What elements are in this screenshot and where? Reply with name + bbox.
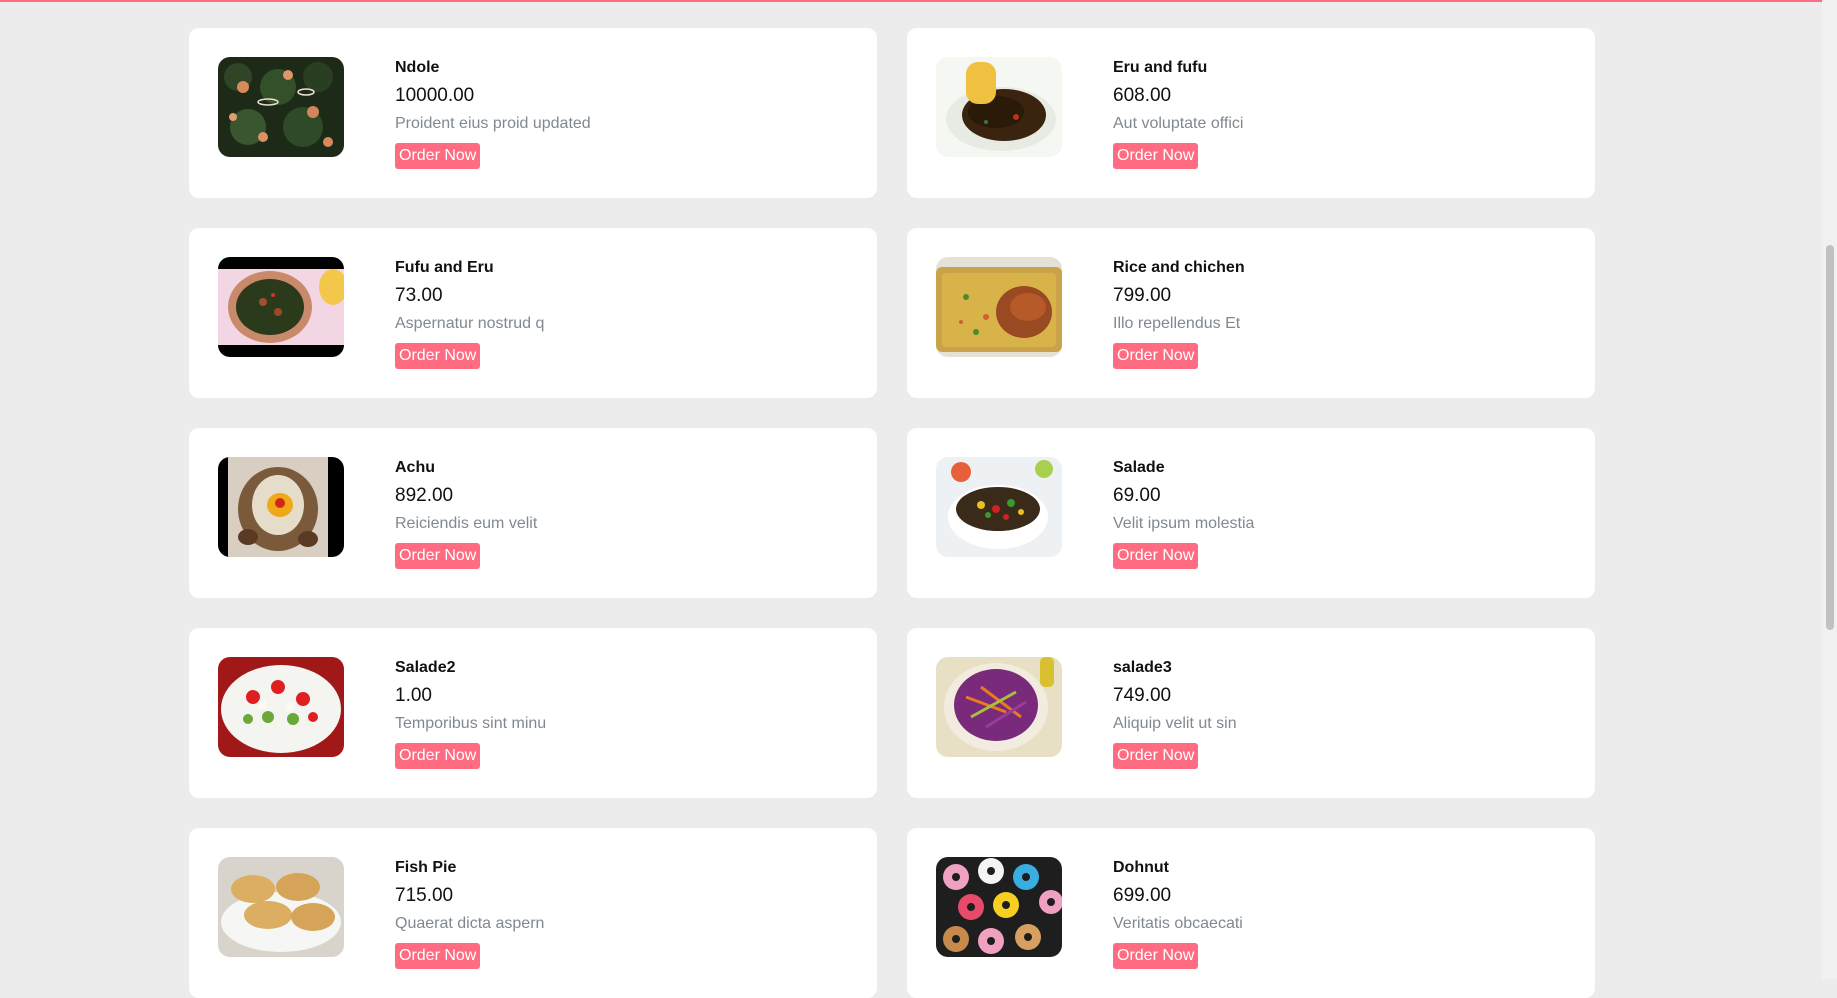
- item-name: Ndole: [395, 59, 440, 76]
- item-name: Fish Pie: [395, 859, 457, 876]
- order-now-button[interactable]: Order Now: [1113, 343, 1199, 369]
- item-price: 1.00: [395, 685, 432, 706]
- item-price: 608.00: [1113, 85, 1172, 106]
- vertical-scrollbar[interactable]: [1822, 0, 1837, 979]
- ndole-photo: [218, 57, 344, 157]
- item-name: Eru and fufu: [1113, 59, 1208, 76]
- order-now-button[interactable]: Order Now: [1113, 543, 1199, 569]
- order-now-button[interactable]: Order Now: [395, 343, 481, 369]
- item-name: Salade: [1113, 459, 1165, 476]
- item-info: Fufu and Eru 73.00 Aspernatur nostrud q …: [395, 257, 544, 369]
- order-now-button[interactable]: Order Now: [395, 943, 481, 969]
- item-price: 10000.00: [395, 85, 475, 106]
- salad-photo: [936, 457, 1062, 557]
- item-price: 69.00: [1113, 485, 1161, 506]
- scrollbar-thumb[interactable]: [1826, 245, 1834, 630]
- item-name: Achu: [395, 459, 435, 476]
- item-price: 799.00: [1113, 285, 1172, 306]
- item-description: Aut voluptate offici: [1113, 115, 1244, 132]
- fish-pie-photo: [218, 857, 344, 957]
- menu-card: Fish Pie 715.00 Quaerat dicta aspern Ord…: [189, 828, 877, 998]
- item-info: Dohnut 699.00 Veritatis obcaecati Order …: [1113, 857, 1243, 969]
- order-now-button[interactable]: Order Now: [395, 143, 481, 169]
- item-name: salade3: [1113, 659, 1172, 676]
- item-info: Eru and fufu 608.00 Aut voluptate offici…: [1113, 57, 1243, 169]
- item-description: Veritatis obcaecati: [1113, 915, 1243, 932]
- salad3-photo: [936, 657, 1062, 757]
- order-now-button[interactable]: Order Now: [1113, 743, 1199, 769]
- item-name: Fufu and Eru: [395, 259, 494, 276]
- item-description: Quaerat dicta aspern: [395, 915, 545, 932]
- menu-card: Salade 69.00 Velit ipsum molestia Order …: [907, 428, 1595, 598]
- item-info: Ndole 10000.00 Proident eius proid updat…: [395, 57, 591, 169]
- fufu-eru-photo: [218, 257, 344, 357]
- menu-card: Dohnut 699.00 Veritatis obcaecati Order …: [907, 828, 1595, 998]
- item-description: Proident eius proid updated: [395, 115, 591, 132]
- rice-chicken-photo: [936, 257, 1062, 357]
- item-name: Dohnut: [1113, 859, 1169, 876]
- item-price: 699.00: [1113, 885, 1172, 906]
- item-info: salade3 749.00 Aliquip velit ut sin Orde…: [1113, 657, 1237, 769]
- item-price: 892.00: [395, 485, 454, 506]
- salad2-photo: [218, 657, 344, 757]
- menu-card: Rice and chichen 799.00 Illo repellendus…: [907, 228, 1595, 398]
- order-now-button[interactable]: Order Now: [395, 743, 481, 769]
- item-price: 73.00: [395, 285, 443, 306]
- item-price: 715.00: [395, 885, 454, 906]
- item-description: Aspernatur nostrud q: [395, 315, 545, 332]
- menu-card: salade3 749.00 Aliquip velit ut sin Orde…: [907, 628, 1595, 798]
- item-price: 749.00: [1113, 685, 1172, 706]
- donut-photo: [936, 857, 1062, 957]
- top-accent-line: [0, 0, 1822, 2]
- order-now-button[interactable]: Order Now: [1113, 143, 1199, 169]
- item-info: Rice and chichen 799.00 Illo repellendus…: [1113, 257, 1245, 369]
- menu-card: Fufu and Eru 73.00 Aspernatur nostrud q …: [189, 228, 877, 398]
- item-name: Salade2: [395, 659, 456, 676]
- order-now-button[interactable]: Order Now: [395, 543, 481, 569]
- item-description: Aliquip velit ut sin: [1113, 715, 1237, 732]
- item-info: Achu 892.00 Reiciendis eum velit Order N…: [395, 457, 537, 569]
- item-info: Fish Pie 715.00 Quaerat dicta aspern Ord…: [395, 857, 544, 969]
- menu-card: Ndole 10000.00 Proident eius proid updat…: [189, 28, 877, 198]
- achu-photo: [218, 457, 344, 557]
- item-info: Salade2 1.00 Temporibus sint minu Order …: [395, 657, 546, 769]
- item-name: Rice and chichen: [1113, 259, 1245, 276]
- menu-card: Achu 892.00 Reiciendis eum velit Order N…: [189, 428, 877, 598]
- menu-card: Salade2 1.00 Temporibus sint minu Order …: [189, 628, 877, 798]
- item-info: Salade 69.00 Velit ipsum molestia Order …: [1113, 457, 1254, 569]
- menu-grid: Ndole 10000.00 Proident eius proid updat…: [189, 28, 1595, 998]
- eru-fufu-photo: [936, 57, 1062, 157]
- menu-card: Eru and fufu 608.00 Aut voluptate offici…: [907, 28, 1595, 198]
- item-description: Illo repellendus Et: [1113, 315, 1241, 332]
- item-description: Velit ipsum molestia: [1113, 515, 1255, 532]
- item-description: Reiciendis eum velit: [395, 515, 538, 532]
- item-description: Temporibus sint minu: [395, 715, 547, 732]
- order-now-button[interactable]: Order Now: [1113, 943, 1199, 969]
